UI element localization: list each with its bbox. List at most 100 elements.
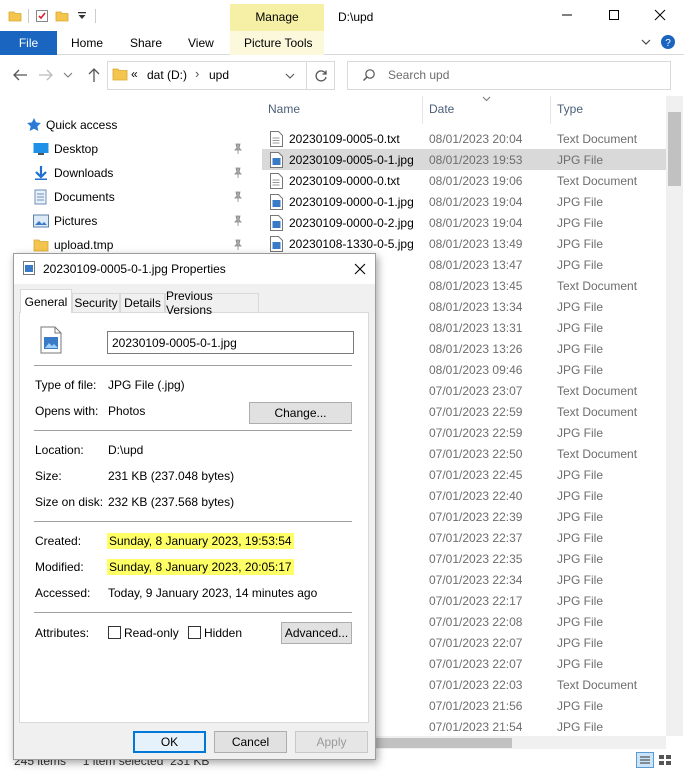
hidden-label[interactable]: Hidden xyxy=(204,626,242,640)
cancel-button[interactable]: Cancel xyxy=(214,731,287,753)
file-row[interactable]: 20230109-0005-0.txt 08/01/2023 20:04 Text … xyxy=(262,128,666,149)
tab-previous-versions[interactable]: Previous Versions xyxy=(165,289,259,317)
nav-item-downloads[interactable]: Downloads xyxy=(33,161,258,185)
file-row[interactable]: 20230109-0000-0-1.jpg 08/01/2023 19:04 JPG… xyxy=(262,191,666,212)
nav-label: Quick access xyxy=(46,118,118,132)
file-type: JPG File xyxy=(557,720,604,734)
file-date: 07/01/2023 22:34 xyxy=(429,573,523,587)
file-type: JPG File xyxy=(557,615,604,629)
file-date: 07/01/2023 22:08 xyxy=(429,615,523,629)
chevron-down-icon[interactable] xyxy=(640,36,652,48)
file-date: 07/01/2023 22:07 xyxy=(429,636,523,650)
details-view-icon[interactable] xyxy=(636,752,654,768)
large-icons-view-icon[interactable] xyxy=(656,752,674,768)
help-icon[interactable]: ? xyxy=(660,34,676,50)
ok-button[interactable]: OK xyxy=(133,731,206,753)
sort-chevron-icon xyxy=(482,96,491,102)
file-date: 08/01/2023 13:34 xyxy=(429,300,523,314)
customize-qat-icon[interactable] xyxy=(75,9,89,23)
pin-icon[interactable] xyxy=(233,239,243,251)
created-value: Sunday, 8 January 2023, 19:53:54 xyxy=(107,533,294,549)
tab-details[interactable]: Details xyxy=(120,293,165,312)
change-button[interactable]: Change... xyxy=(249,402,352,424)
file-date: 07/01/2023 22:07 xyxy=(429,657,523,671)
readonly-checkbox[interactable] xyxy=(108,626,121,639)
breadcrumb-upd[interactable]: upd xyxy=(209,68,229,82)
file-date: 08/01/2023 13:47 xyxy=(429,258,523,272)
folder-icon[interactable] xyxy=(8,9,22,23)
file-row[interactable]: 20230108-1330-0-5.jpg 08/01/2023 13:49 JPG… xyxy=(262,233,666,254)
tab-share[interactable]: Share xyxy=(122,31,170,55)
vertical-scrollbar[interactable] xyxy=(666,96,683,736)
refresh-button[interactable] xyxy=(306,62,335,89)
minimize-button[interactable] xyxy=(558,6,576,24)
column-divider[interactable] xyxy=(550,96,551,124)
folder-icon xyxy=(112,68,128,81)
nav-item-desktop[interactable]: Desktop xyxy=(33,137,258,161)
size-on-disk-label: Size on disk: xyxy=(35,495,104,509)
pin-icon[interactable] xyxy=(233,191,243,203)
nav-quick-access[interactable]: Quick access xyxy=(26,113,256,137)
file-row[interactable]: 20230109-0000-0-2.jpg 08/01/2023 19:04 JPG… xyxy=(262,212,666,233)
advanced-button[interactable]: Advanced... xyxy=(281,622,352,644)
close-button[interactable] xyxy=(651,6,669,24)
properties-icon[interactable] xyxy=(35,9,49,23)
pin-icon[interactable] xyxy=(233,167,243,179)
filename-field[interactable]: 20230109-0005-0-1.jpg xyxy=(107,331,354,354)
readonly-label[interactable]: Read-only xyxy=(124,626,179,640)
file-type: Text Document xyxy=(557,132,638,146)
column-divider[interactable] xyxy=(422,96,423,124)
file-date: 08/01/2023 13:31 xyxy=(429,321,523,335)
maximize-button[interactable] xyxy=(605,6,623,24)
jpg-file-icon xyxy=(270,152,283,168)
nav-item-pictures[interactable]: Pictures xyxy=(33,209,258,233)
tab-home[interactable]: Home xyxy=(63,31,111,55)
breadcrumb-overflow[interactable]: « xyxy=(131,67,138,81)
dialog-title: 20230109-0005-0-1.jpg Properties xyxy=(43,262,226,276)
location-label: Location: xyxy=(35,443,84,457)
desktop-icon xyxy=(33,143,49,155)
nav-item-documents[interactable]: Documents xyxy=(33,185,258,209)
tab-file[interactable]: File xyxy=(0,31,57,55)
chevron-down-icon[interactable] xyxy=(285,72,295,80)
recent-locations-button[interactable] xyxy=(62,66,74,84)
pin-icon[interactable] xyxy=(233,215,243,227)
column-header-date[interactable]: Date xyxy=(429,102,454,116)
pin-icon[interactable] xyxy=(233,143,243,155)
breadcrumb-dat[interactable]: dat (D:) xyxy=(147,68,187,82)
tab-general[interactable]: General xyxy=(20,289,72,313)
file-type: Text Document xyxy=(557,405,638,419)
tab-view[interactable]: View xyxy=(180,31,222,55)
file-date: 07/01/2023 23:07 xyxy=(429,384,523,398)
vertical-scroll-thumb[interactable] xyxy=(668,112,681,186)
file-row[interactable]: 20230109-0005-0-1.jpg 08/01/2023 19:53 JPG… xyxy=(262,149,666,170)
column-header-type[interactable]: Type xyxy=(557,102,583,116)
file-type: JPG File xyxy=(557,258,604,272)
back-button[interactable] xyxy=(11,66,29,84)
search-placeholder: Search upd xyxy=(388,68,450,82)
file-type: JPG File xyxy=(557,216,604,230)
image-file-icon xyxy=(23,261,35,275)
new-folder-icon[interactable] xyxy=(55,9,69,23)
maximize-icon xyxy=(609,10,619,20)
file-row[interactable]: 20230109-0000-0.txt 08/01/2023 19:06 Text … xyxy=(262,170,666,191)
location-value: D:\upd xyxy=(108,443,144,457)
arrow-left-icon xyxy=(13,69,27,81)
manage-tab-label: Manage xyxy=(255,10,299,24)
up-button[interactable] xyxy=(85,66,103,84)
file-type: Text Document xyxy=(557,384,638,398)
column-header-name[interactable]: Name xyxy=(268,102,300,116)
tab-security[interactable]: Security xyxy=(72,293,120,312)
dialog-close-button[interactable] xyxy=(350,259,370,279)
tab-picture-tools[interactable]: Picture Tools xyxy=(236,31,320,55)
horizontal-scroll-thumb[interactable] xyxy=(376,738,512,748)
forward-button[interactable] xyxy=(37,66,55,84)
file-date: 08/01/2023 20:04 xyxy=(429,132,523,146)
type-of-file-value: JPG File (.jpg) xyxy=(108,378,185,392)
hidden-checkbox[interactable] xyxy=(188,626,201,639)
downloads-icon xyxy=(35,166,47,180)
pictures-icon xyxy=(33,214,49,228)
apply-button[interactable]: Apply xyxy=(295,731,368,753)
jpg-file-icon xyxy=(270,236,283,252)
file-date: 08/01/2023 19:53 xyxy=(429,153,523,167)
